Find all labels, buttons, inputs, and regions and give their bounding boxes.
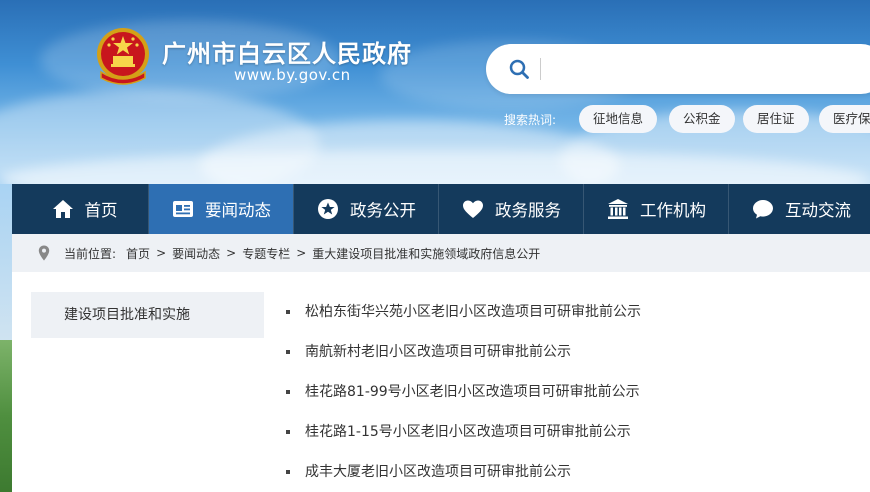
bullet-icon bbox=[286, 310, 290, 314]
national-emblem-icon[interactable] bbox=[93, 26, 153, 88]
nav-item-label: 要闻动态 bbox=[205, 201, 271, 220]
site-title[interactable]: 广州市白云区人民政府 bbox=[162, 34, 412, 69]
breadcrumb-link-topics[interactable]: 专题专栏 bbox=[242, 245, 290, 262]
article-link[interactable]: 桂花路81-99号小区老旧小区改造项目可研审批前公示 bbox=[305, 384, 640, 400]
search-icon[interactable] bbox=[508, 58, 530, 80]
breadcrumb-link-current[interactable]: 重大建设项目批准和实施领域政府信息公开 bbox=[312, 245, 540, 262]
nav-item-label: 首页 bbox=[84, 201, 118, 220]
list-item: 南航新村老旧小区改造项目可研审批前公示 bbox=[284, 332, 870, 372]
nav-item-news[interactable]: 要闻动态 bbox=[149, 184, 293, 234]
breadcrumb-separator: > bbox=[156, 246, 167, 260]
background-sky bbox=[0, 184, 12, 340]
header-banner: 广州市白云区人民政府 www.by.gov.cn 搜索热词: 征地信息 公积金 … bbox=[0, 0, 870, 184]
breadcrumb: 当前位置: 首页 > 要闻动态 > 专题专栏 > 重大建设项目批准和实施领域政府… bbox=[12, 234, 870, 272]
bullet-icon bbox=[286, 390, 290, 394]
hot-tag-link[interactable]: 居住证 bbox=[743, 105, 809, 133]
heart-icon bbox=[463, 200, 483, 218]
hot-tag-link[interactable]: 公积金 bbox=[669, 105, 735, 133]
nav-item-gov-affairs[interactable]: 政务公开 bbox=[294, 184, 438, 234]
nav-item-label: 政务公开 bbox=[350, 201, 416, 220]
home-icon bbox=[52, 200, 73, 218]
news-card-icon bbox=[173, 201, 193, 217]
nav-item-gov-services[interactable]: 政务服务 bbox=[439, 184, 583, 234]
breadcrumb-separator: > bbox=[226, 246, 237, 260]
chat-bubble-icon bbox=[753, 200, 773, 219]
breadcrumb-link-home[interactable]: 首页 bbox=[126, 245, 150, 262]
star-circle-icon bbox=[318, 199, 338, 219]
nav-item-label: 工作机构 bbox=[640, 201, 706, 220]
bullet-icon bbox=[286, 470, 290, 474]
sidebar-item-construction-projects[interactable]: 建设项目批准和实施 bbox=[31, 292, 264, 338]
list-item: 桂花路81-99号小区老旧小区改造项目可研审批前公示 bbox=[284, 372, 870, 412]
hot-tag-link[interactable]: 医疗保 bbox=[819, 105, 870, 133]
article-link[interactable]: 南航新村老旧小区改造项目可研审批前公示 bbox=[305, 344, 571, 360]
main-nav: 首页 要闻动态 政务公开 政务服务 工作机构 互动交流 bbox=[12, 184, 870, 234]
institution-icon bbox=[608, 199, 628, 219]
nav-item-interaction[interactable]: 互动交流 bbox=[729, 184, 870, 234]
list-item: 成丰大厦老旧小区改造项目可研审批前公示 bbox=[284, 452, 870, 492]
nav-item-home[interactable]: 首页 bbox=[12, 184, 156, 234]
article-list: 松柏东街华兴苑小区老旧小区改造项目可研审批前公示 南航新村老旧小区改造项目可研审… bbox=[284, 292, 870, 492]
article-link[interactable]: 成丰大厦老旧小区改造项目可研审批前公示 bbox=[305, 464, 571, 480]
nav-item-institutions[interactable]: 工作机构 bbox=[584, 184, 728, 234]
breadcrumb-link-news[interactable]: 要闻动态 bbox=[172, 245, 220, 262]
nav-item-label: 互动交流 bbox=[785, 201, 851, 220]
nav-item-label: 政务服务 bbox=[495, 201, 561, 220]
site-url: www.by.gov.cn bbox=[234, 66, 351, 84]
background-hills bbox=[0, 340, 12, 492]
bullet-icon bbox=[286, 350, 290, 354]
search-input[interactable] bbox=[548, 54, 868, 84]
breadcrumb-prefix: 当前位置: bbox=[64, 246, 117, 261]
list-item: 桂花路1-15号小区老旧小区改造项目可研审批前公示 bbox=[284, 412, 870, 452]
breadcrumb-separator: > bbox=[296, 246, 307, 260]
hot-search-label: 搜索热词: bbox=[504, 113, 557, 127]
hot-tag-link[interactable]: 征地信息 bbox=[579, 105, 658, 133]
list-item: 松柏东街华兴苑小区老旧小区改造项目可研审批前公示 bbox=[284, 292, 870, 332]
search-divider bbox=[540, 58, 541, 80]
location-pin-icon bbox=[38, 245, 50, 261]
article-link[interactable]: 松柏东街华兴苑小区老旧小区改造项目可研审批前公示 bbox=[305, 304, 641, 320]
search-box[interactable] bbox=[486, 44, 870, 94]
article-link[interactable]: 桂花路1-15号小区老旧小区改造项目可研审批前公示 bbox=[305, 424, 631, 440]
bullet-icon bbox=[286, 430, 290, 434]
